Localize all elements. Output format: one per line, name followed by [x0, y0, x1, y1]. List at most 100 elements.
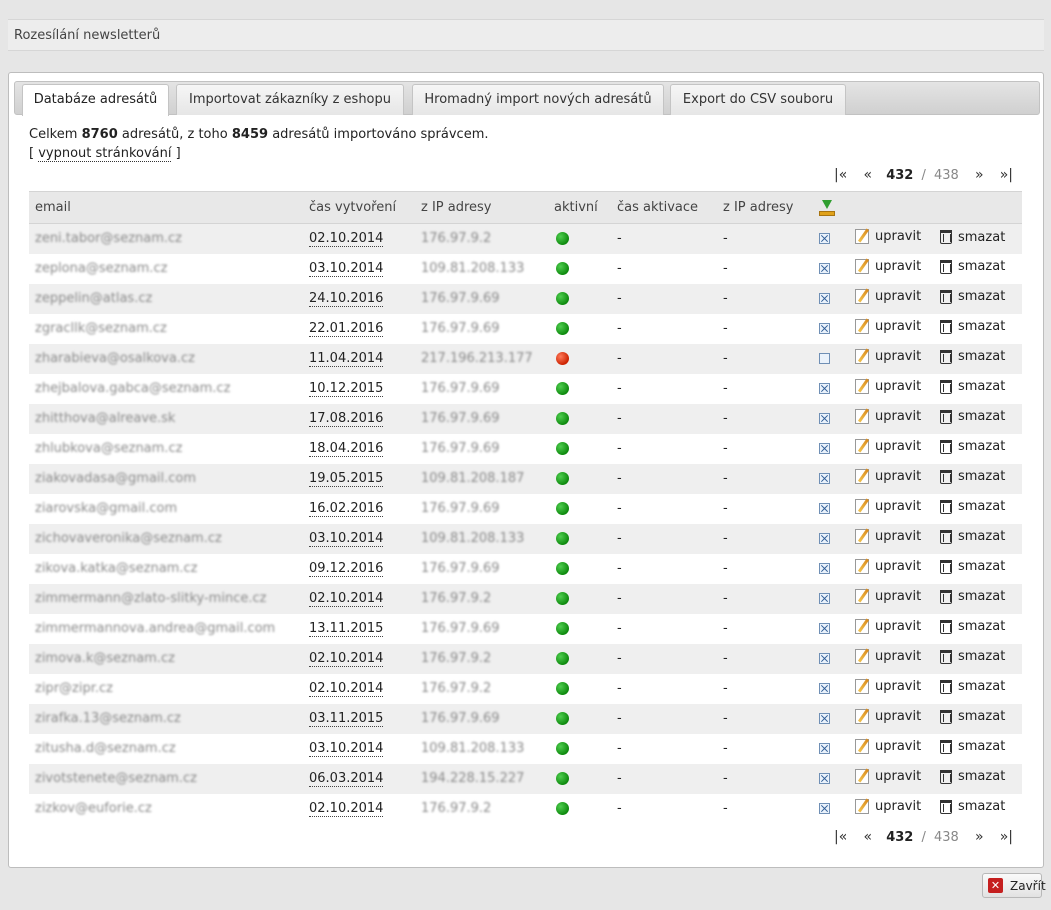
delete-button[interactable]: smazat [940, 769, 1005, 784]
tab-importovat-zakazniky[interactable]: Importovat zákazníky z eshopu [176, 84, 404, 115]
select-checkbox[interactable] [819, 293, 830, 304]
next-page-icon[interactable]: » [975, 829, 984, 845]
edit-button[interactable]: upravit [855, 559, 921, 574]
tab-export-csv[interactable]: Export do CSV souboru [670, 84, 846, 115]
delete-button[interactable]: smazat [940, 529, 1005, 544]
select-checkbox[interactable] [819, 623, 830, 634]
activated-ip-cell: - [717, 373, 813, 404]
select-checkbox[interactable] [819, 743, 830, 754]
select-checkbox[interactable] [819, 563, 830, 574]
active-status-icon [556, 772, 569, 785]
select-checkbox[interactable] [819, 323, 830, 334]
tab-databaze-adresatu[interactable]: Databáze adresátů [22, 84, 169, 116]
select-checkbox[interactable] [819, 683, 830, 694]
close-button[interactable]: ✕ Zavřít [982, 873, 1046, 898]
select-checkbox[interactable] [819, 713, 830, 724]
created-cell: 02.10.2014 [303, 223, 415, 254]
edit-button[interactable]: upravit [855, 379, 921, 394]
edit-button[interactable]: upravit [855, 799, 921, 814]
delete-button[interactable]: smazat [940, 409, 1005, 424]
activated-cell: - [611, 373, 717, 404]
ip-value: 176.97.9.69 [421, 411, 500, 426]
edit-button[interactable]: upravit [855, 679, 921, 694]
edit-button[interactable]: upravit [855, 739, 921, 754]
select-checkbox[interactable] [819, 533, 830, 544]
delete-button[interactable]: smazat [940, 499, 1005, 514]
delete-button[interactable]: smazat [940, 469, 1005, 484]
edit-button[interactable]: upravit [855, 289, 921, 304]
edit-button[interactable]: upravit [855, 229, 921, 245]
last-page-icon[interactable]: »| [1000, 167, 1013, 183]
edit-button[interactable]: upravit [855, 409, 921, 424]
col-export[interactable] [813, 191, 849, 224]
export-icon[interactable] [819, 199, 835, 216]
created-value: 02.10.2014 [309, 801, 384, 817]
select-checkbox[interactable] [819, 653, 830, 664]
select-checkbox[interactable] [819, 803, 830, 814]
select-checkbox[interactable] [819, 383, 830, 394]
delete-button[interactable]: smazat [940, 259, 1005, 274]
select-checkbox[interactable] [819, 773, 830, 784]
select-checkbox[interactable] [819, 353, 830, 364]
delete-button[interactable]: smazat [940, 799, 1005, 814]
delete-button[interactable]: smazat [940, 679, 1005, 694]
delete-button[interactable]: smazat [940, 559, 1005, 574]
col-created[interactable]: čas vytvoření [303, 191, 415, 224]
first-page-icon[interactable]: |« [834, 829, 847, 845]
delete-button[interactable]: smazat [940, 709, 1005, 724]
header-bar: Rozesílání newsletterů [8, 19, 1044, 51]
tab-hromadny-import[interactable]: Hromadný import nových adresátů [412, 84, 664, 115]
summary-prefix: Celkem [29, 127, 78, 142]
edit-button[interactable]: upravit [855, 469, 921, 484]
prev-page-icon[interactable]: « [863, 167, 872, 183]
edit-button[interactable]: upravit [855, 529, 921, 544]
delete-button[interactable]: smazat [940, 319, 1005, 334]
edit-button[interactable]: upravit [855, 709, 921, 724]
created-cell: 02.10.2014 [303, 673, 415, 704]
delete-button[interactable]: smazat [940, 349, 1005, 364]
last-page-icon[interactable]: »| [1000, 829, 1013, 845]
prev-page-icon[interactable]: « [863, 829, 872, 845]
delete-button[interactable]: smazat [940, 589, 1005, 604]
select-checkbox[interactable] [819, 503, 830, 514]
email-value: zivotstenete@seznam.cz [35, 771, 197, 786]
select-checkbox[interactable] [819, 233, 830, 245]
delete-button[interactable]: smazat [940, 379, 1005, 394]
activated-cell: - [611, 403, 717, 434]
first-page-icon[interactable]: |« [834, 167, 847, 183]
delete-button[interactable]: smazat [940, 619, 1005, 634]
edit-button[interactable]: upravit [855, 319, 921, 334]
delete-button[interactable]: smazat [940, 289, 1005, 304]
active-status-icon [556, 262, 569, 275]
edit-button[interactable]: upravit [855, 349, 921, 364]
edit-button[interactable]: upravit [855, 259, 921, 274]
edit-button[interactable]: upravit [855, 649, 921, 664]
edit-button[interactable]: upravit [855, 439, 921, 454]
select-checkbox[interactable] [819, 443, 830, 454]
edit-button[interactable]: upravit [855, 499, 921, 514]
edit-button[interactable]: upravit [855, 589, 921, 604]
activated-ip-cell: - [717, 343, 813, 374]
select-checkbox[interactable] [819, 263, 830, 274]
col-active[interactable]: aktivní [548, 191, 611, 224]
table-row: ziarovska@gmail.com 16.02.2016 176.97.9.69… [29, 493, 1022, 524]
activated-ip-cell: - [717, 643, 813, 674]
edit-button[interactable]: upravit [855, 769, 921, 784]
delete-button[interactable]: smazat [940, 230, 1005, 245]
select-checkbox[interactable] [819, 593, 830, 604]
disable-paging-link[interactable]: vypnout stránkování [38, 146, 172, 162]
col-activated-ip[interactable]: z IP adresy [717, 191, 813, 224]
select-checkbox[interactable] [819, 473, 830, 484]
edit-button[interactable]: upravit [855, 619, 921, 634]
col-activated[interactable]: čas aktivace [611, 191, 717, 224]
page-title: Rozesílání newsletterů [14, 28, 161, 43]
select-checkbox[interactable] [819, 413, 830, 424]
delete-button[interactable]: smazat [940, 439, 1005, 454]
active-status-icon [556, 502, 569, 515]
col-ip[interactable]: z IP adresy [415, 191, 548, 224]
edit-cell: upravit [849, 613, 934, 644]
next-page-icon[interactable]: » [975, 167, 984, 183]
col-email[interactable]: email [29, 191, 303, 224]
delete-button[interactable]: smazat [940, 649, 1005, 664]
delete-button[interactable]: smazat [940, 739, 1005, 754]
